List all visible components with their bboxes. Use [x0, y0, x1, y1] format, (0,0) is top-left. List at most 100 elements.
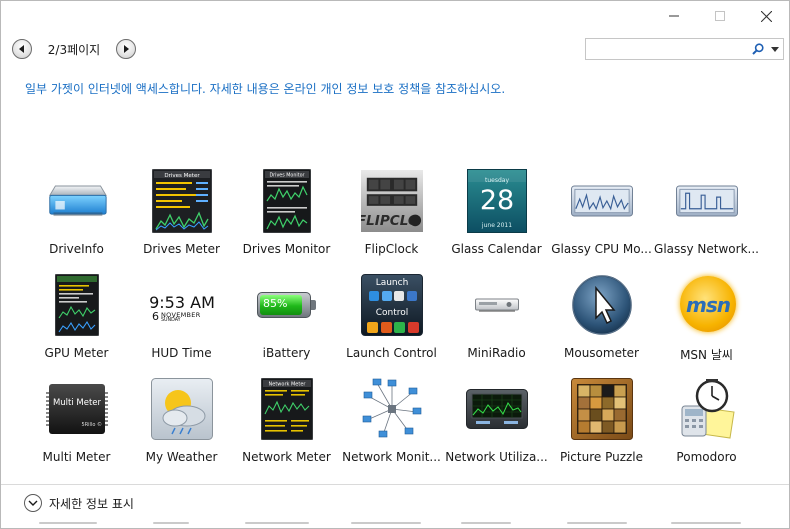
msn-logo: msn — [686, 293, 731, 317]
search-button[interactable] — [749, 39, 767, 59]
gadget-label: Network Utiliza... — [445, 450, 548, 464]
search-dropdown-button[interactable] — [767, 39, 783, 59]
multi-meter-title: Multi Meter — [52, 398, 102, 408]
glass-calendar-icon: tuesday 28 june 2011 — [466, 169, 528, 233]
svg-text:Network Meter: Network Meter — [269, 382, 307, 388]
gadget-network-utilization[interactable]: Network Utiliza... — [444, 375, 549, 479]
gadget-drives-monitor[interactable]: Drives Monitor Drives Monitor — [234, 167, 339, 271]
dropdown-arrow-icon — [771, 46, 779, 52]
picture-puzzle-icon — [571, 377, 633, 441]
gadget-label: iBattery — [262, 346, 311, 360]
network-utilization-icon — [466, 377, 528, 441]
hud-day: 6 — [152, 310, 159, 323]
gadget-gpu-meter[interactable]: GPU Meter — [24, 271, 129, 375]
svg-text:Drives Meter: Drives Meter — [164, 173, 200, 179]
gadget-glass-calendar[interactable]: tuesday 28 june 2011 Glass Calendar — [444, 167, 549, 271]
mouse-pointer-icon — [571, 273, 633, 337]
gadget-label: HUD Time — [151, 346, 212, 360]
gadget-hud-time[interactable]: 9:53 AM 6 NOVEMBER SUNDAY HUD Time — [129, 271, 234, 375]
next-page-button[interactable] — [116, 39, 136, 59]
gadget-label: Drives Meter — [143, 242, 220, 256]
pomodoro-icon — [676, 377, 738, 441]
gadget-label: Picture Puzzle — [559, 450, 644, 464]
page-navigator: 2/3페이지 — [12, 39, 136, 59]
maximize-icon — [715, 11, 725, 21]
search-box — [585, 38, 784, 60]
gadget-network-monitor[interactable]: Network Monit... — [339, 375, 444, 479]
privacy-notice-link[interactable]: 일부 가젯이 인터넷에 액세스합니다. 자세한 내용은 온라인 개인 정보 보호… — [25, 80, 505, 97]
gadget-label: Network Monit... — [342, 450, 441, 464]
gadget-picture-puzzle[interactable]: Picture Puzzle — [549, 375, 654, 479]
control-label: Control — [375, 308, 409, 318]
gadget-drives-meter[interactable]: Drives Meter Drives Meter — [129, 167, 234, 271]
search-input[interactable] — [586, 39, 749, 59]
gadget-label: Mousometer — [564, 346, 639, 360]
gadget-msn-weather[interactable]: msn MSN 날씨 — [654, 271, 759, 375]
gadget-label: FlipClock — [364, 242, 419, 256]
chevron-down-icon — [24, 494, 42, 512]
gadget-driveinfo[interactable]: DriveInfo — [24, 167, 129, 271]
flipclock-icon: FLIPCLO — [361, 169, 423, 233]
page-indicator: 2/3페이지 — [47, 42, 101, 57]
gadget-flipclock[interactable]: FLIPCLO FlipClock — [339, 167, 444, 271]
arrow-right-icon — [124, 45, 129, 53]
drive-info-icon — [46, 169, 108, 233]
drives-monitor-icon: Drives Monitor — [256, 169, 318, 233]
minimize-button[interactable] — [651, 1, 697, 31]
battery-icon: 85% — [256, 273, 318, 337]
network-monitor-icon — [361, 377, 423, 441]
gadget-label: Launch Control — [346, 346, 437, 360]
arrow-left-icon — [19, 45, 24, 53]
gadget-label: Network Meter — [242, 450, 331, 464]
launch-label: Launch — [375, 278, 409, 288]
gadget-label: DriveInfo — [49, 242, 104, 256]
glassy-network-icon — [676, 169, 738, 233]
gadget-glassy-network[interactable]: Glassy Network... — [654, 167, 759, 271]
msn-weather-icon: msn — [676, 273, 738, 337]
network-meter-icon: Network Meter — [256, 377, 318, 441]
gadget-label: Glassy Network... — [654, 242, 759, 256]
minimize-icon — [669, 15, 679, 17]
gadget-miniradio[interactable]: MiniRadio — [444, 271, 549, 375]
window-caption — [651, 1, 789, 31]
show-details-toggle[interactable]: 자세한 정보 표시 — [24, 493, 134, 513]
radio-icon — [466, 273, 528, 337]
gadget-label: GPU Meter — [44, 346, 109, 360]
gpu-meter-icon — [46, 273, 108, 337]
gadget-gallery: DriveInfo Drives Meter Drives Meter Driv… — [24, 167, 759, 479]
gadget-network-meter[interactable]: Network Meter Network Meter — [234, 375, 339, 479]
gadget-glassy-cpu-monitor[interactable]: Glassy CPU Mo... — [549, 167, 654, 271]
gadget-ibattery[interactable]: 85% iBattery — [234, 271, 339, 375]
gadget-label: MSN 날씨 — [680, 348, 733, 362]
hud-time-icon: 9:53 AM 6 NOVEMBER SUNDAY — [149, 273, 215, 337]
drives-meter-icon: Drives Meter — [151, 169, 213, 233]
close-button[interactable] — [743, 1, 789, 31]
calendar-month: june 2011 — [481, 222, 513, 229]
gadget-multi-meter[interactable]: Multi Meter 5Rillo © Multi Meter — [24, 375, 129, 479]
gadget-label: Drives Monitor — [242, 242, 331, 256]
next-row-partial — [31, 522, 771, 529]
battery-percent: 85% — [263, 297, 288, 310]
calendar-day: 28 — [479, 185, 515, 216]
launch-control-icon: Launch Control — [361, 273, 423, 337]
gadget-row: Multi Meter 5Rillo © Multi Meter My Weat… — [24, 375, 759, 479]
gadget-launch-control[interactable]: Launch Control Launch Control — [339, 271, 444, 375]
previous-page-button[interactable] — [12, 39, 32, 59]
gadget-my-weather[interactable]: My Weather — [129, 375, 234, 479]
gadget-label: Pomodoro — [676, 450, 737, 464]
gadget-label: MiniRadio — [467, 346, 526, 360]
hud-weekday: SUNDAY — [161, 318, 181, 323]
multi-meter-icon: Multi Meter 5Rillo © — [46, 377, 108, 441]
footer-divider — [1, 484, 789, 485]
multi-meter-author: 5Rillo © — [81, 422, 102, 428]
gadget-label: Glassy CPU Mo... — [551, 242, 652, 256]
calendar-weekday: tuesday — [484, 177, 509, 184]
search-icon — [752, 43, 764, 55]
gadget-row: DriveInfo Drives Meter Drives Meter Driv… — [24, 167, 759, 271]
maximize-button[interactable] — [697, 1, 743, 31]
gadget-mousometer[interactable]: Mousometer — [549, 271, 654, 375]
gadget-label: Multi Meter — [42, 450, 111, 464]
gadget-label: My Weather — [145, 450, 218, 464]
weather-icon — [151, 377, 213, 441]
gadget-pomodoro[interactable]: Pomodoro — [654, 375, 759, 479]
